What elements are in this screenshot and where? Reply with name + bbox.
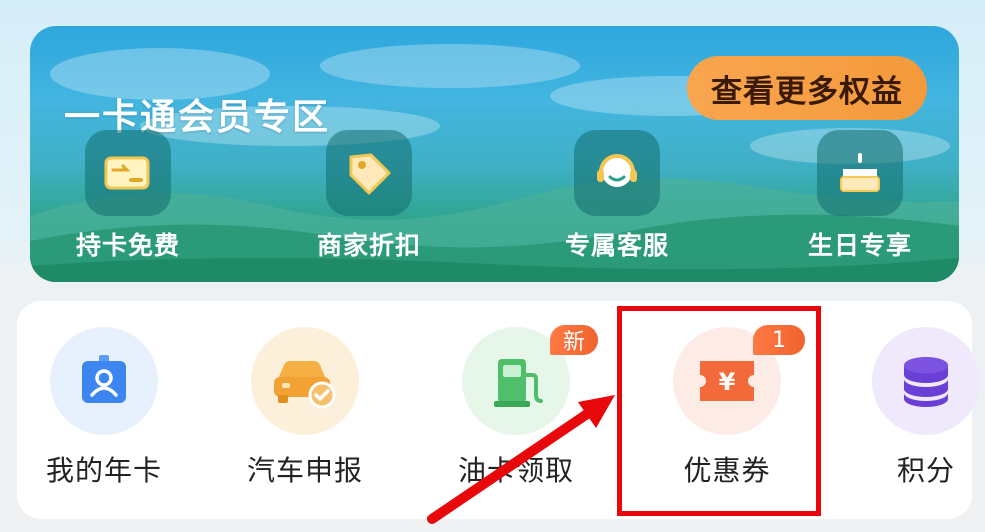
annotation-arrow-icon — [427, 395, 615, 524]
